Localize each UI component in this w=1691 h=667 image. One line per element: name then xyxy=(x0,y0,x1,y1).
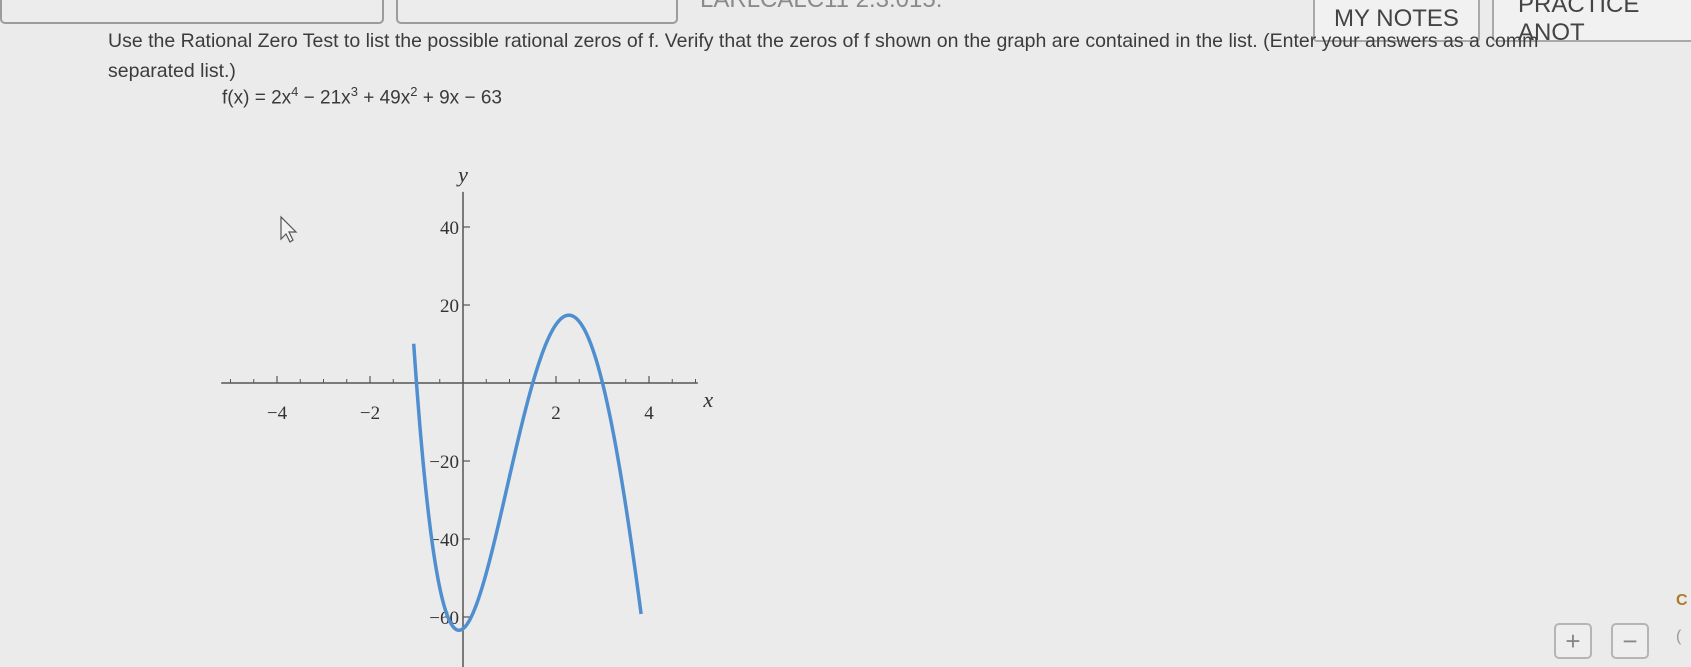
x-tick-label: 4 xyxy=(644,403,654,424)
zoom-in-button[interactable]: + xyxy=(1554,623,1592,659)
edge-glyph-top: C xyxy=(1676,592,1688,609)
y-axis-label: y xyxy=(456,162,468,187)
edge-glyph-bottom: ( xyxy=(1676,628,1682,645)
y-tick-label: −20 xyxy=(429,452,459,473)
x-tick-label: −2 xyxy=(360,403,380,424)
y-tick-label: 40 xyxy=(440,218,459,239)
x-tick-label: −4 xyxy=(267,403,288,424)
mouse-cursor-icon xyxy=(280,215,298,243)
x-axis-label: x xyxy=(702,387,713,412)
function-graph: −4 −2 2 4 4020−20−40−60 x y xyxy=(221,162,713,667)
zoom-out-button[interactable]: − xyxy=(1611,623,1649,659)
y-tick-label: 20 xyxy=(440,296,459,317)
x-tick-label: 2 xyxy=(551,403,561,424)
